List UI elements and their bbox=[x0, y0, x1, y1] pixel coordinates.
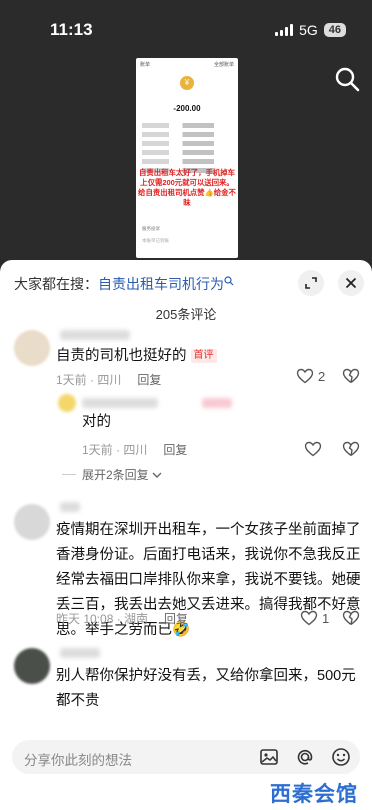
video-thumbnail[interactable]: 账单 全部账单 ¥ -200.00 自责出租车太好了，手机掉车上仅需200元就可… bbox=[136, 58, 238, 258]
watermark-logo: 西秦会馆 bbox=[270, 783, 358, 806]
comment-count: 205条评论 bbox=[155, 307, 217, 322]
search-icon[interactable] bbox=[332, 64, 362, 94]
thumb-amount: -200.00 bbox=[173, 104, 201, 113]
comment-text-body: 自责的司机也挺好的 bbox=[56, 348, 187, 364]
broken-heart-icon bbox=[342, 610, 360, 626]
username[interactable] bbox=[60, 330, 130, 340]
reply-text[interactable]: 对的 bbox=[82, 410, 111, 435]
related-search-keyword[interactable]: 自责出租车司机行为 bbox=[98, 276, 224, 292]
search-small-icon bbox=[224, 276, 234, 286]
reply-target-username[interactable] bbox=[202, 398, 232, 408]
related-search-prefix: 大家都在搜： bbox=[14, 276, 98, 292]
heart-icon bbox=[300, 610, 318, 626]
thumb-footer-1: 服务投诉 bbox=[142, 226, 160, 231]
collapse-icon bbox=[305, 277, 317, 289]
chevron-down-icon bbox=[152, 472, 162, 478]
comment-text[interactable]: 自责的司机也挺好的 首评 bbox=[56, 344, 217, 369]
thumb-header-left: 账单 bbox=[140, 62, 151, 68]
reply-meta: 1天前 · 四川 回复 bbox=[82, 441, 187, 458]
username[interactable] bbox=[60, 648, 100, 658]
thumb-header-right: 全部账单 bbox=[213, 62, 234, 68]
expand-replies-label: 展开2条回复 bbox=[82, 468, 149, 482]
like-button[interactable]: 1 bbox=[300, 610, 329, 626]
battery-icon: 46 bbox=[323, 23, 346, 37]
close-button[interactable] bbox=[338, 270, 364, 296]
coin-icon: ¥ bbox=[180, 76, 194, 90]
thumb-header: 账单 全部账单 bbox=[136, 58, 238, 70]
network-label: 5G bbox=[299, 22, 318, 38]
comment-input-placeholder: 分享你此刻的想法 bbox=[24, 753, 132, 768]
reply-time-location: 1天前 · 四川 bbox=[82, 443, 148, 457]
username[interactable] bbox=[60, 502, 80, 512]
thumb-footer-2: 本账单已到账 bbox=[142, 238, 169, 243]
reply-button[interactable]: 回复 bbox=[137, 373, 161, 387]
reply-username[interactable] bbox=[82, 398, 158, 408]
emoji-icon[interactable] bbox=[330, 746, 352, 768]
comment-input[interactable]: 分享你此刻的想法 bbox=[12, 740, 360, 774]
status-right: 5G 46 bbox=[275, 22, 346, 38]
dislike-button[interactable] bbox=[342, 441, 360, 457]
reply-button[interactable]: 回复 bbox=[163, 443, 187, 457]
thumb-overlay-text: 自责出租车太好了，手机掉车上仅需200元就可以送回来。给自责出租司机点赞👍给金不… bbox=[138, 168, 236, 207]
broken-heart-icon bbox=[342, 368, 360, 384]
comment-sheet: 大家都在搜：自责出租车司机行为 205条评论 自责的司机也挺好的 首评 1天前 ·… bbox=[0, 260, 372, 810]
like-button[interactable] bbox=[304, 441, 322, 457]
reply-button[interactable]: 回复 bbox=[164, 612, 188, 626]
broken-heart-icon bbox=[342, 441, 360, 457]
close-icon bbox=[345, 277, 357, 289]
avatar[interactable] bbox=[14, 648, 50, 684]
comment-text[interactable]: 别人帮你保护好没有丢，又给你拿回来，500元都不贵 bbox=[56, 664, 362, 714]
image-icon[interactable] bbox=[258, 746, 280, 768]
status-time: 11:13 bbox=[50, 20, 93, 39]
like-button[interactable]: 2 bbox=[296, 368, 325, 384]
comment-meta: 昨天 10:08 · 湖南 回复 bbox=[56, 610, 188, 627]
signal-icon bbox=[275, 24, 294, 36]
like-count: 2 bbox=[318, 368, 326, 384]
expand-replies-button[interactable]: 展开2条回复 bbox=[62, 466, 162, 483]
collapse-button[interactable] bbox=[298, 270, 324, 296]
thumb-detail-rows bbox=[142, 123, 232, 173]
like-count: 1 bbox=[322, 610, 330, 626]
sheet-header: 大家都在搜：自责出租车司机行为 bbox=[0, 260, 372, 306]
comment-meta: 1天前 · 四川 回复 bbox=[56, 371, 161, 388]
comment-time-location: 昨天 10:08 · 湖南 bbox=[56, 612, 149, 626]
avatar[interactable] bbox=[14, 504, 50, 540]
status-bar: 11:13 5G 46 bbox=[0, 0, 372, 52]
heart-icon bbox=[304, 441, 322, 457]
avatar[interactable] bbox=[14, 330, 50, 366]
mention-icon[interactable] bbox=[294, 746, 316, 768]
heart-icon bbox=[296, 368, 314, 384]
reply-avatar[interactable] bbox=[58, 394, 76, 412]
dislike-button[interactable] bbox=[342, 368, 360, 384]
comment-time-location: 1天前 · 四川 bbox=[56, 373, 122, 387]
related-search[interactable]: 大家都在搜：自责出租车司机行为 bbox=[14, 274, 234, 294]
dislike-button[interactable] bbox=[342, 610, 360, 626]
first-comment-badge: 首评 bbox=[190, 349, 217, 363]
input-icons bbox=[258, 746, 352, 768]
